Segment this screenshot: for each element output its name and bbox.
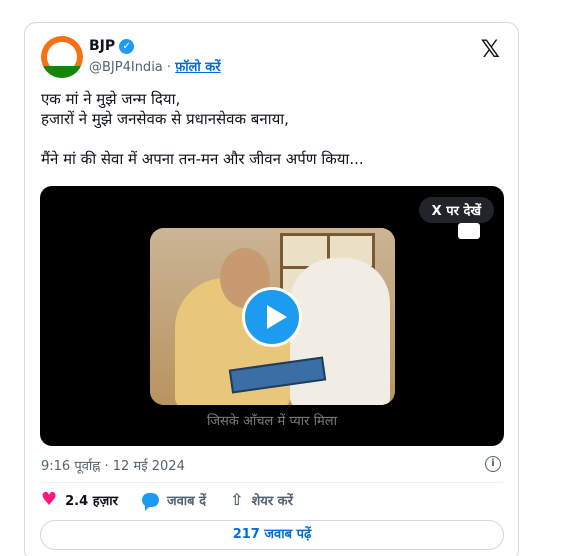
tweet-text-line: हजारों ने मुझे जनसेवक से प्रधानसेवक बनाय…	[41, 110, 289, 128]
video-caption: जिसके आँचल में प्यार मिला	[207, 414, 337, 429]
divider	[41, 482, 503, 483]
like-count: 2.4 हज़ार	[65, 494, 118, 509]
reply-label: जवाब दें	[166, 494, 207, 509]
tweet-text-line: एक मां ने मुझे जन्म दिया,	[41, 90, 181, 108]
tweet-card[interactable]: BJP ✓ @BJP4India · फ़ॉलो करें 𝕏 एक मां न…	[24, 22, 519, 556]
x-logo-icon[interactable]: 𝕏	[481, 35, 500, 63]
tweet-text: एक मां ने मुझे जन्म दिया, हजारों ने मुझे…	[41, 89, 501, 169]
tweet-text-line: मैंने मां की सेवा में अपना तन-मन और जीवन…	[41, 150, 364, 168]
channel-logo-icon	[458, 223, 480, 239]
reply-button[interactable]: जवाब दें	[141, 491, 207, 511]
share-icon: ⇧	[230, 490, 244, 509]
tweet-timestamp[interactable]: 9:16 पूर्वाह्न · 12 मई 2024	[41, 456, 185, 474]
avatar[interactable]	[41, 36, 83, 78]
verified-badge-icon: ✓	[119, 38, 135, 54]
follow-link[interactable]: फ़ॉलो करें	[175, 60, 220, 75]
handle-separator: ·	[166, 60, 172, 75]
author-block: BJP ✓ @BJP4India · फ़ॉलो करें	[89, 38, 221, 75]
reply-icon	[141, 493, 159, 511]
video-player[interactable]: X पर देखें जिसके आँचल में प्यार मिला	[40, 186, 504, 446]
see-on-x-button[interactable]: X पर देखें	[418, 197, 494, 223]
read-replies-button[interactable]: 217 जवाब पढ़ें	[40, 520, 504, 550]
avatar-stripe	[41, 66, 83, 78]
like-button[interactable]: ♥ 2.4 हज़ार	[41, 489, 118, 510]
heart-icon: ♥	[41, 489, 58, 510]
share-label: शेयर करें	[251, 494, 293, 509]
action-bar: ♥ 2.4 हज़ार जवाब दें ⇧ शेयर करें	[41, 489, 317, 511]
share-button[interactable]: ⇧ शेयर करें	[230, 490, 293, 510]
author-handle[interactable]: @BJP4India	[89, 60, 163, 75]
author-name[interactable]: BJP	[89, 38, 115, 54]
play-icon[interactable]	[242, 287, 302, 347]
info-icon[interactable]: i	[485, 456, 501, 472]
